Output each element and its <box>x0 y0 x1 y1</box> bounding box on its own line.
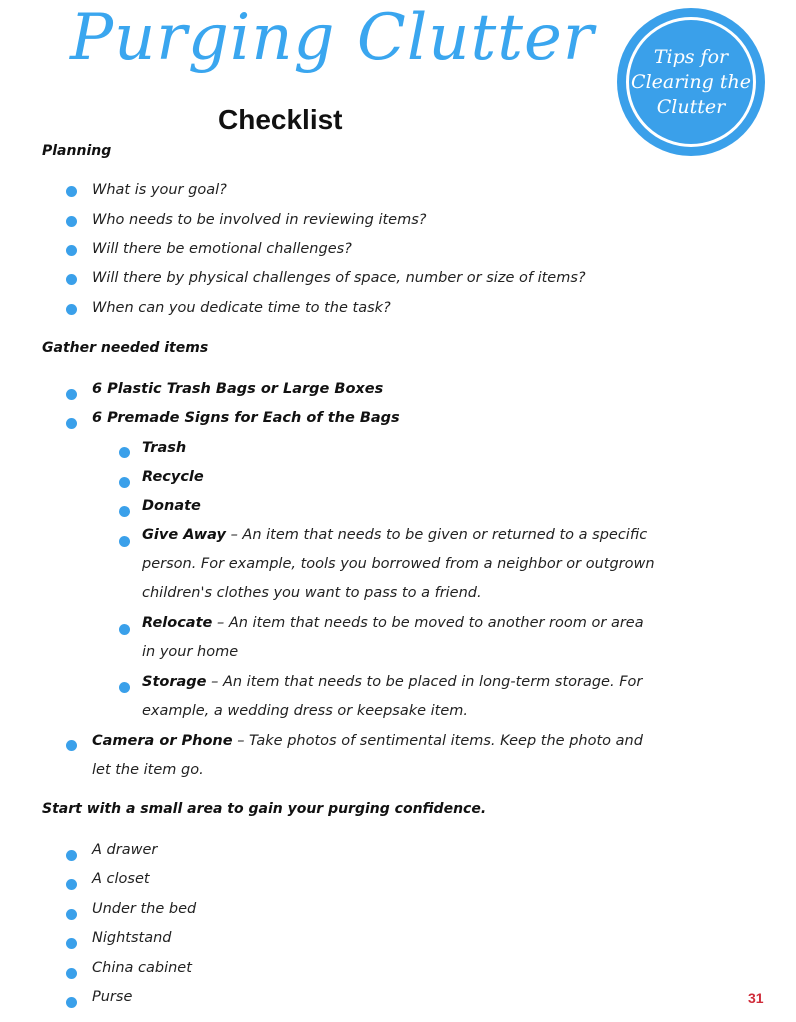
list-item: 6 Premade Signs for Each of the Bags <box>92 410 400 426</box>
section-heading-gather: Gather needed items <box>42 340 209 356</box>
bullet-icon <box>66 389 77 400</box>
bullet-icon <box>66 304 77 315</box>
camera-desc: – Take photos of sentimental items. Keep… <box>232 733 643 749</box>
list-item: When can you dedicate time to the task? <box>92 300 391 316</box>
badge-line: Tips for <box>653 45 729 68</box>
camera-label: Camera or Phone <box>92 733 233 749</box>
sign-desc-line: person. For example, tools you borrowed … <box>142 556 655 572</box>
sign-desc-line: example, a wedding dress or keepsake ite… <box>142 703 469 719</box>
page-subtitle: Checklist <box>218 104 343 135</box>
bullet-icon <box>66 850 77 861</box>
list-item: Will there by physical challenges of spa… <box>92 270 586 286</box>
list-item: Under the bed <box>92 901 197 917</box>
page-title: Purging Clutter <box>70 1 595 75</box>
list-item: A closet <box>92 871 150 887</box>
list-item: Who needs to be involved in reviewing it… <box>92 212 427 228</box>
list-item: A drawer <box>92 842 158 858</box>
sign-item-relocate: Relocate – An item that needs to be move… <box>142 609 644 638</box>
sign-item: Recycle <box>142 469 204 485</box>
brand-logo: 31 <box>748 990 764 1006</box>
list-item: Will there be emotional challenges? <box>92 241 352 257</box>
sign-item-give-away: Give Away – An item that needs to be giv… <box>142 521 647 550</box>
bullet-icon <box>119 477 130 488</box>
bullet-icon <box>66 418 77 429</box>
bullet-icon <box>66 740 77 751</box>
badge-line: Clearing the <box>631 70 751 93</box>
sign-label: Relocate <box>142 615 213 631</box>
badge-text: Tips for Clearing the Clutter <box>631 45 751 120</box>
sign-desc-line: children's clothes you want to pass to a… <box>142 585 482 601</box>
section-heading-start: Start with a small area to gain your pur… <box>42 801 487 817</box>
bullet-icon <box>119 536 130 547</box>
sign-label: Give Away <box>142 527 226 543</box>
list-item: What is your goal? <box>92 182 227 198</box>
bullet-icon <box>119 506 130 517</box>
tips-badge: Tips for Clearing the Clutter <box>617 8 765 156</box>
bullet-icon <box>66 968 77 979</box>
bullet-icon <box>66 997 77 1008</box>
bullet-icon <box>66 938 77 949</box>
sign-item: Donate <box>142 498 201 514</box>
list-item: China cabinet <box>92 960 192 976</box>
bullet-icon <box>119 682 130 693</box>
bullet-icon <box>66 274 77 285</box>
bullet-icon <box>66 879 77 890</box>
list-item: 6 Plastic Trash Bags or Large Boxes <box>92 381 384 397</box>
badge-line: Clutter <box>656 95 726 118</box>
bullet-icon <box>66 245 77 256</box>
sign-desc-line: in your home <box>142 644 239 660</box>
camera-desc-line: let the item go. <box>92 762 204 778</box>
sign-label: Storage <box>142 674 207 690</box>
sign-desc: – An item that needs to be placed in lon… <box>206 674 643 690</box>
sign-desc: – An item that needs to be moved to anot… <box>212 615 644 631</box>
list-item: Nightstand <box>92 930 172 946</box>
section-heading-planning: Planning <box>42 143 112 159</box>
list-item: Purse <box>92 989 133 1005</box>
list-item-camera: Camera or Phone – Take photos of sentime… <box>92 727 643 756</box>
bullet-icon <box>119 624 130 635</box>
sign-item-storage: Storage – An item that needs to be place… <box>142 668 642 697</box>
bullet-icon <box>66 909 77 920</box>
bullet-icon <box>66 186 77 197</box>
bullet-icon <box>119 447 130 458</box>
sign-desc: – An item that needs to be given or retu… <box>225 527 648 543</box>
sign-item: Trash <box>142 440 187 456</box>
bullet-icon <box>66 216 77 227</box>
